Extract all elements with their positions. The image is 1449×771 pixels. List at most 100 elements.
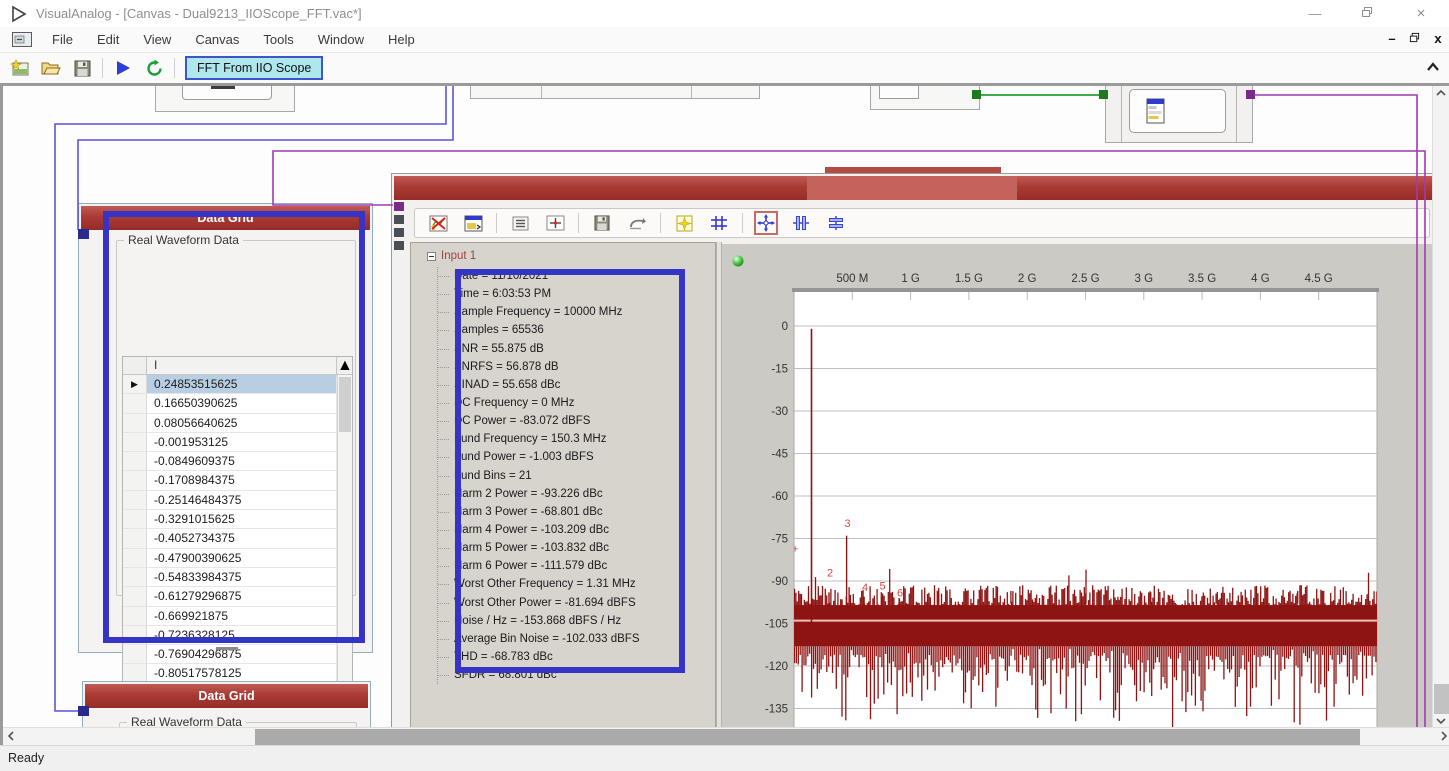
block-body [1129,89,1226,133]
save-icon[interactable] [71,57,93,79]
main-toolbar: FFT From IIO Scope [0,53,1449,83]
menu-items: FileEditViewCanvasToolsWindowHelp [40,32,427,47]
open-icon[interactable] [40,57,62,79]
split-horizontal-icon[interactable] [789,211,813,235]
window-title: VisualAnalog - [Canvas - Dual9213_IIOSco… [36,6,362,21]
partial-block[interactable] [870,83,980,110]
scroll-right-icon[interactable] [1440,731,1448,744]
canvas-document-icon[interactable] [12,32,32,47]
menu-item-canvas[interactable]: Canvas [183,32,251,47]
toolbar-separator [578,213,579,233]
visualanalog-window: VisualAnalog - [Canvas - Dual9213_IIOSco… [0,0,1449,771]
restore-icon [1361,6,1373,18]
toolbar-separator [496,213,497,233]
mdi-restore-icon [1409,32,1420,43]
menu-item-file[interactable]: File [40,32,85,47]
export-image-icon[interactable] [461,211,485,235]
block-glyph [211,86,235,89]
fft-plot[interactable]: 0-15-30-45-60-75-90-105-120-135500 M1 G1… [722,244,1436,731]
menu-item-help[interactable]: Help [376,32,427,47]
mdi-close-button[interactable]: x [1429,30,1447,48]
scroll-left-icon[interactable] [7,731,15,744]
horizontal-scrollbar[interactable] [3,727,1449,745]
save-icon[interactable] [590,211,614,235]
input-port-1[interactable] [394,202,404,211]
new-canvas-icon[interactable] [9,57,31,79]
y-axis-tick-label: -60 [771,491,788,503]
menu-item-window[interactable]: Window [306,32,376,47]
workflow-run-button[interactable]: FFT From IIO Scope [185,56,323,80]
x-axis-tick-label: 3 G [1135,273,1154,285]
peak-marker-label: 3 [845,518,851,530]
x-axis-tick-label: 4 G [1251,273,1270,285]
menu-item-view[interactable]: View [131,32,183,47]
run-led-icon [733,256,744,267]
update-icon[interactable] [143,57,165,79]
menu-item-tools[interactable]: Tools [251,32,305,47]
x-axis-tick-label: 2.5 G [1071,273,1099,285]
split-vertical-icon[interactable] [824,211,848,235]
row-marker [123,645,147,664]
grid-icon[interactable] [707,211,731,235]
x-axis-tick-label: 2 G [1018,273,1037,285]
partial-block[interactable] [155,83,295,112]
x-axis-line [792,288,1379,292]
y-axis-tick-label: -105 [765,618,788,630]
scrollbar-thumb[interactable] [255,729,1360,745]
graph-toolbar [414,208,1430,238]
tree-collapse-icon[interactable] [427,252,436,261]
menubar: FileEditViewCanvasToolsWindowHelp – x [0,27,1449,53]
x-axis-tick-label: 1.5 G [955,273,983,285]
chart-settings-icon[interactable] [426,211,450,235]
pan-icon[interactable] [754,211,778,235]
status-bar: Ready [0,745,1449,771]
tree-root-label: Input 1 [441,250,476,262]
graph-titlebar[interactable] [394,176,1432,200]
close-button[interactable]: × [1406,4,1436,24]
x-axis-tick-label: 1 G [901,273,920,285]
input-port-3[interactable] [394,228,404,237]
y-axis-tick-label: -15 [771,363,788,375]
menu-item-edit[interactable]: Edit [85,32,131,47]
data-grid-block-icon [1146,98,1168,126]
toolbar-separator [742,213,743,233]
tree-root-row[interactable]: Input 1 [427,250,476,262]
scrollbar-thumb[interactable] [1434,684,1449,714]
toolbar-separator [174,58,175,78]
run-icon[interactable] [112,57,134,79]
data-grid-block[interactable] [1105,83,1253,143]
y-axis-tick-label: -90 [771,576,788,588]
highlight-rectangle-stats [455,269,685,673]
toolbar-separator [660,213,661,233]
x-axis-tick-label: 3.5 G [1188,273,1216,285]
app-logo-icon [10,5,28,23]
mdi-restore-button[interactable] [1405,30,1423,48]
peak-marker-label: 5 [880,581,886,593]
partial-block[interactable] [470,83,760,99]
resize-grip[interactable] [216,647,238,650]
input-port-2[interactable] [394,215,404,224]
y-axis-tick-label: -45 [771,448,788,460]
y-axis-tick-label: -30 [771,406,788,418]
copy-icon[interactable] [625,211,649,235]
titlebar: VisualAnalog - [Canvas - Dual9213_IIOSco… [0,0,1449,27]
highlight-rectangle-data-grid [103,211,365,643]
canvas-viewport[interactable]: Data Grid Real Waveform Data I ▲ ▶0.2485… [0,83,1449,745]
minimize-button[interactable]: — [1300,4,1330,24]
block-body [182,83,272,100]
y-axis-tick-label: -75 [771,533,788,545]
input-port-4[interactable] [394,241,404,250]
y-axis-tick-label: -120 [765,661,788,673]
x-axis-tick-label: 500 M [836,273,868,285]
vertical-scrollbar[interactable] [1432,86,1449,730]
autoscale-icon[interactable] [672,211,696,235]
restore-button[interactable] [1352,4,1382,24]
peak-marker-label: 4 [862,582,868,594]
data-grid-2-titlebar[interactable]: Data Grid [85,684,368,708]
mdi-minimize-button[interactable]: – [1383,30,1401,48]
cell-value[interactable]: -0.76904296875 [147,645,337,664]
marker-icon[interactable] [543,211,567,235]
data-list-icon[interactable] [508,211,532,235]
scroll-up-icon[interactable] [1433,88,1449,100]
toolbar-collapse-chevron-icon[interactable] [1425,59,1441,77]
